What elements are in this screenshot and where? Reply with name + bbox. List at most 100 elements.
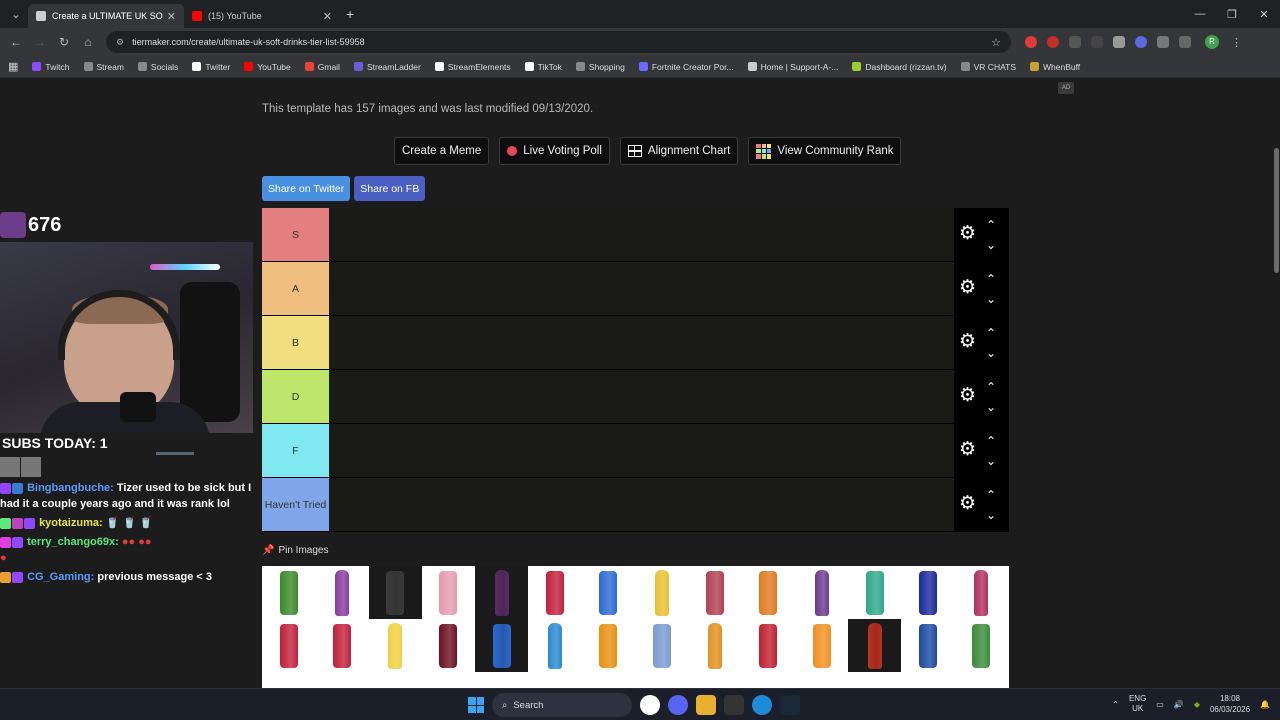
close-tab-icon[interactable]: ✕ <box>167 10 176 23</box>
move-up-icon[interactable]: ⌃ <box>986 489 996 501</box>
network-icon[interactable]: ▭ <box>1156 700 1164 709</box>
bookmark-item[interactable]: Gmail <box>304 62 340 72</box>
drink-image[interactable] <box>262 619 315 672</box>
drink-image[interactable] <box>582 566 635 619</box>
gear-icon[interactable]: ⚙ <box>959 224 977 243</box>
close-window-icon[interactable]: ✕ <box>1248 8 1280 21</box>
bookmark-item[interactable]: TikTok <box>524 62 562 72</box>
extension-red-icon[interactable] <box>1025 36 1037 48</box>
minimize-icon[interactable]: — <box>1184 8 1216 20</box>
taskbar-search[interactable]: ⌕ Search <box>492 693 632 717</box>
drink-image[interactable] <box>369 672 422 688</box>
bookmark-item[interactable]: Fortnite Creator Por... <box>638 62 734 72</box>
bookmark-item[interactable]: Socials <box>137 62 178 72</box>
move-down-icon[interactable]: ⌄ <box>986 401 996 413</box>
tier-label[interactable]: Haven't Tried <box>262 478 329 531</box>
page-scrollbar[interactable] <box>1272 79 1280 688</box>
clock[interactable]: 18:08 06/03/2026 <box>1210 693 1250 715</box>
drink-image[interactable] <box>475 566 529 619</box>
drink-image[interactable] <box>902 619 955 672</box>
drink-image[interactable] <box>475 619 529 672</box>
move-up-icon[interactable]: ⌃ <box>986 435 996 447</box>
bookmark-item[interactable]: Twitter <box>192 62 230 72</box>
drink-image[interactable] <box>742 672 795 688</box>
drink-image[interactable] <box>369 619 422 672</box>
drink-image[interactable] <box>902 566 955 619</box>
menu-kebab-icon[interactable]: ⋮ <box>1231 36 1242 49</box>
site-info-icon[interactable]: ⚙ <box>116 37 124 48</box>
bookmark-item[interactable]: Twitch <box>32 62 70 72</box>
extension-grey-icon[interactable] <box>1113 36 1125 48</box>
extension-block-icon[interactable] <box>1047 36 1059 48</box>
drink-image[interactable] <box>795 672 848 688</box>
extension-blue-icon[interactable] <box>1135 36 1147 48</box>
move-down-icon[interactable]: ⌄ <box>986 347 996 359</box>
extensions-puzzle-icon[interactable] <box>1179 36 1191 48</box>
drink-image[interactable] <box>848 619 902 672</box>
drink-image[interactable] <box>422 566 475 619</box>
drink-image[interactable] <box>688 672 741 688</box>
gear-icon[interactable]: ⚙ <box>959 332 977 351</box>
move-up-icon[interactable]: ⌃ <box>986 219 996 231</box>
extension-flame-icon[interactable] <box>1069 36 1081 48</box>
drink-image[interactable] <box>635 566 688 619</box>
tab-tiermaker[interactable]: Create a ULTIMATE UK SOFT DR ✕ <box>28 4 184 28</box>
tier-drop-zone[interactable] <box>329 208 954 261</box>
drink-image[interactable] <box>315 566 368 619</box>
drink-image[interactable] <box>315 672 368 688</box>
tab-search-button[interactable]: ⌄ <box>4 4 28 24</box>
tab-youtube[interactable]: (15) YouTube ✕ <box>184 4 340 28</box>
bookmark-item[interactable]: Home | Support-A-... <box>747 62 838 72</box>
drink-image[interactable] <box>742 619 795 672</box>
tier-label[interactable]: D <box>262 370 329 423</box>
bookmark-item[interactable]: YouTube <box>244 62 291 72</box>
tier-drop-zone[interactable] <box>329 316 954 369</box>
streamlabs-icon[interactable] <box>752 695 772 715</box>
notification-icon[interactable]: 🔔 <box>1260 700 1270 709</box>
drink-image[interactable] <box>688 619 741 672</box>
new-tab-button[interactable]: + <box>346 6 354 22</box>
move-up-icon[interactable]: ⌃ <box>986 381 996 393</box>
tray-chevron-icon[interactable]: ⌃ <box>1112 700 1119 709</box>
alignment-chart-button[interactable]: Alignment Chart <box>619 137 739 165</box>
move-down-icon[interactable]: ⌄ <box>986 455 996 467</box>
ad-badge[interactable]: AD <box>1058 82 1074 94</box>
drink-image[interactable] <box>475 672 528 688</box>
drink-image[interactable] <box>315 619 368 672</box>
drink-image[interactable] <box>422 672 475 688</box>
discord-icon[interactable] <box>668 695 688 715</box>
bookmark-item[interactable]: Stream <box>83 62 124 72</box>
drink-image[interactable] <box>955 672 1008 688</box>
bookmark-item[interactable]: StreamElements <box>434 62 511 72</box>
move-down-icon[interactable]: ⌄ <box>986 239 996 251</box>
tier-label[interactable]: F <box>262 424 329 477</box>
create-meme-button[interactable]: Create a Meme <box>394 137 490 165</box>
drink-image[interactable] <box>795 566 848 619</box>
chrome-icon[interactable] <box>640 695 660 715</box>
live-voting-poll-button[interactable]: Live Voting Poll <box>499 137 610 165</box>
steam-icon[interactable] <box>780 695 800 715</box>
drink-image[interactable] <box>635 619 688 672</box>
bookmark-item[interactable]: Dashboard (rizzan.tv) <box>852 62 947 72</box>
restore-icon[interactable]: ❐ <box>1216 8 1248 21</box>
language-indicator[interactable]: ENG UK <box>1129 694 1146 714</box>
drink-image[interactable] <box>529 619 582 672</box>
volume-icon[interactable]: 🔊 <box>1174 700 1184 709</box>
share-facebook-button[interactable]: Share on FB <box>354 176 426 201</box>
drink-image[interactable] <box>635 672 688 688</box>
drink-image[interactable] <box>742 566 795 619</box>
scrollbar-thumb[interactable] <box>1274 148 1279 273</box>
share-twitter-button[interactable]: Share on Twitter <box>262 176 351 201</box>
epic-games-icon[interactable] <box>724 695 744 715</box>
bookmark-star-icon[interactable]: ☆ <box>991 36 1001 49</box>
drink-image[interactable] <box>529 672 582 688</box>
drink-image[interactable] <box>955 566 1008 619</box>
apps-grid-icon[interactable]: ▦ <box>8 60 18 73</box>
drink-image[interactable] <box>848 566 901 619</box>
gear-icon[interactable]: ⚙ <box>959 386 977 405</box>
bookmark-item[interactable]: VR CHATS <box>960 62 1016 72</box>
move-down-icon[interactable]: ⌄ <box>986 509 996 521</box>
drink-image[interactable] <box>582 619 635 672</box>
tier-label[interactable]: A <box>262 262 329 315</box>
home-icon[interactable]: ⌂ <box>76 35 100 49</box>
